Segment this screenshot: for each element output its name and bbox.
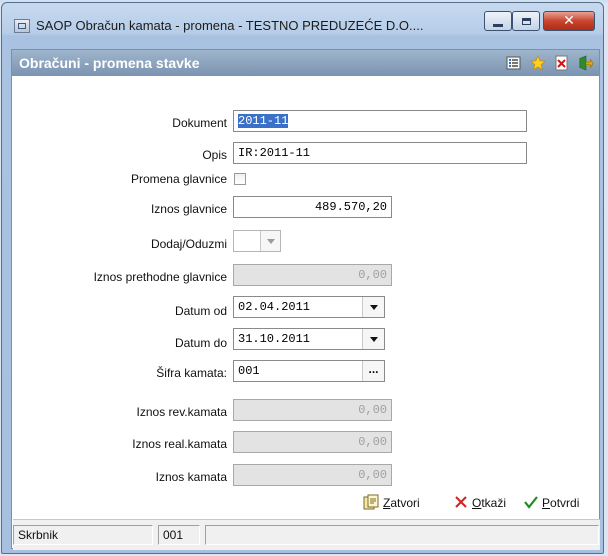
delete-icon[interactable] xyxy=(554,55,570,71)
iznos-glavnice-label: Iznos glavnice xyxy=(150,202,227,216)
chevron-down-icon xyxy=(369,336,378,342)
status-message xyxy=(205,525,599,545)
dodaj-oduzmi-label: Dodaj/Oduzmi xyxy=(150,237,227,251)
potvrdi-label: otvrdi xyxy=(550,496,580,510)
datum-do-dropdown-button[interactable] xyxy=(362,329,384,349)
datum-od-label: Datum od xyxy=(174,304,227,318)
list-icon[interactable] xyxy=(506,55,522,71)
ellipsis-icon: ... xyxy=(368,362,379,376)
promena-glavnice-checkbox[interactable] xyxy=(234,173,246,185)
otkazi-label: tkaži xyxy=(481,496,507,510)
zatvori-label: atvori xyxy=(390,496,420,510)
iznos-kamata-field: 0,00 xyxy=(233,464,392,486)
dokument-value: 2011-11 xyxy=(238,114,289,128)
close-button[interactable]: ✕ xyxy=(543,11,595,31)
dokument-input[interactable]: 2011-11 xyxy=(233,110,527,132)
potvrdi-hotkey: P xyxy=(542,496,551,510)
title-bar[interactable]: SAOP Obračun kamata - promena - TESTNO P… xyxy=(6,7,602,35)
status-bar: Skrbnik 001 xyxy=(13,519,600,550)
button-bar: Zatvori Otkaži Potvrdi xyxy=(12,493,599,515)
status-user: Skrbnik xyxy=(13,525,153,545)
opis-input[interactable]: IR:2011-11 xyxy=(233,142,527,164)
sifra-kamata-label: Šifra kamata: xyxy=(156,366,227,380)
datum-do-value: 31.10.2011 xyxy=(238,332,311,346)
datum-od-input[interactable]: 02.04.2011 xyxy=(233,296,385,318)
iznos-prethodne-glavnice-field: 0,00 xyxy=(233,264,392,286)
dialog-client-area: Obračuni - promena stavke Dokument 2011-… xyxy=(11,49,600,550)
maximize-button[interactable] xyxy=(512,11,540,31)
datum-od-dropdown-button[interactable] xyxy=(362,297,384,317)
app-icon[interactable] xyxy=(14,19,30,33)
potvrdi-button[interactable]: Potvrdi xyxy=(524,493,579,513)
sifra-kamata-input[interactable]: 001 ... xyxy=(233,360,385,382)
chevron-down-icon xyxy=(266,238,275,244)
exit-icon[interactable] xyxy=(578,55,594,71)
panel-title: Obračuni - promena stavke xyxy=(19,55,200,71)
opis-label: Opis xyxy=(202,148,227,162)
window-title: SAOP Obračun kamata - promena - TESTNO P… xyxy=(36,18,424,33)
sifra-kamata-value: 001 xyxy=(238,364,260,378)
panel-header: Obračuni - promena stavke xyxy=(12,50,599,76)
application-window: SAOP Obračun kamata - promena - TESTNO P… xyxy=(1,2,604,554)
otkazi-hotkey: O xyxy=(472,496,482,510)
minimize-button[interactable] xyxy=(484,11,512,31)
otkazi-button[interactable]: Otkaži xyxy=(454,493,506,513)
zatvori-button[interactable]: Zatvori xyxy=(363,493,420,513)
status-code: 001 xyxy=(158,525,200,545)
datum-do-label: Datum do xyxy=(174,336,227,350)
close-window-icon xyxy=(363,494,379,513)
iznos-kamata-label: Iznos kamata xyxy=(155,470,227,484)
sifra-kamata-lookup-button[interactable]: ... xyxy=(362,361,384,381)
maximize-icon xyxy=(521,17,531,25)
iznos-real-kamata-label: Iznos real.kamata xyxy=(132,437,227,451)
chevron-down-icon xyxy=(369,304,378,310)
iznos-rev-kamata-label: Iznos rev.kamata xyxy=(136,405,227,419)
minimize-icon xyxy=(493,23,503,27)
iznos-prethodne-glavnice-label: Iznos prethodne glavnice xyxy=(93,270,227,284)
close-icon: ✕ xyxy=(563,13,575,29)
iznos-rev-kamata-field: 0,00 xyxy=(233,399,392,421)
dodaj-oduzmi-dropdown-button[interactable] xyxy=(260,231,280,251)
iznos-real-kamata-field: 0,00 xyxy=(233,431,392,453)
iznos-glavnice-input[interactable]: 489.570,20 xyxy=(233,196,392,218)
dodaj-oduzmi-select[interactable] xyxy=(233,230,281,252)
zatvori-hotkey: Z xyxy=(383,496,391,510)
promena-glavnice-label: Promena glavnice xyxy=(130,172,227,186)
datum-do-input[interactable]: 31.10.2011 xyxy=(233,328,385,350)
datum-od-value: 02.04.2011 xyxy=(238,300,311,314)
star-icon[interactable] xyxy=(530,54,546,71)
dokument-label: Dokument xyxy=(172,116,227,130)
confirm-check-icon xyxy=(524,495,538,512)
cancel-x-icon xyxy=(454,495,468,512)
